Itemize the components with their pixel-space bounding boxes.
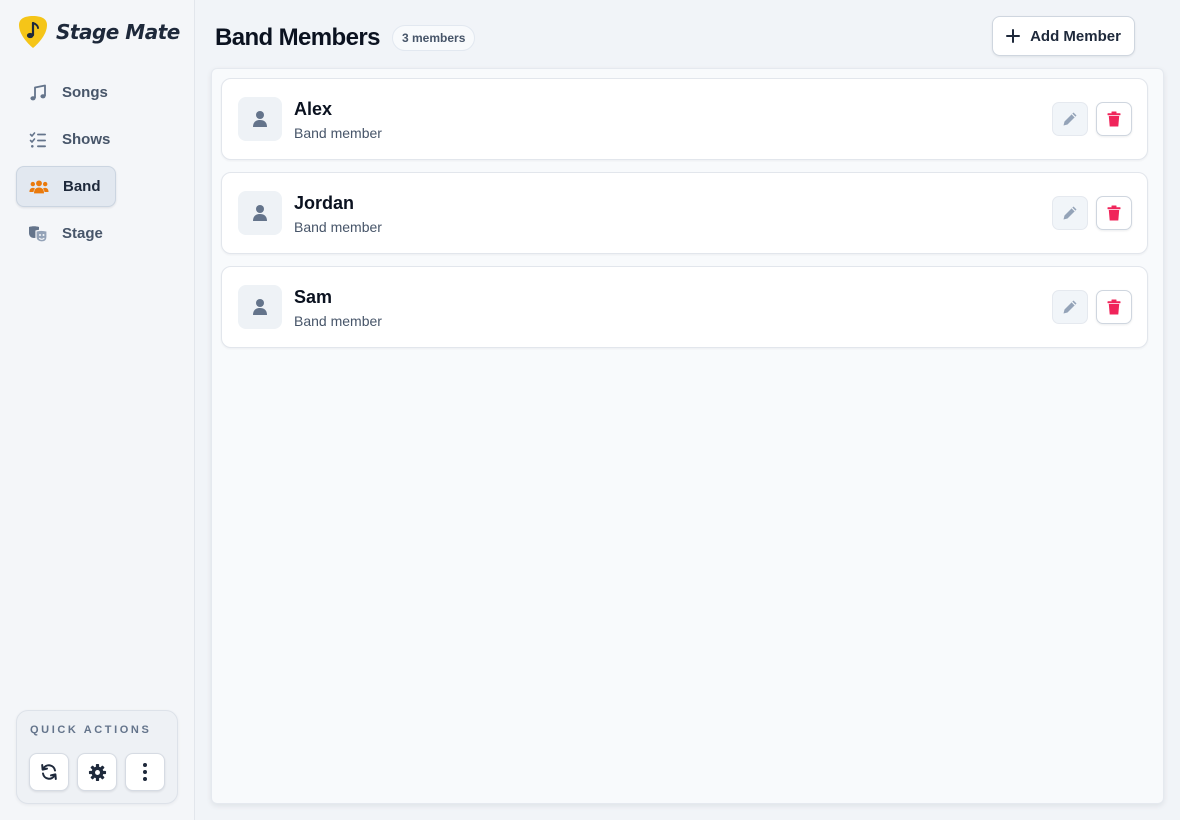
delete-member-button[interactable]	[1096, 290, 1132, 324]
more-vertical-icon	[143, 763, 147, 781]
pencil-icon	[1063, 112, 1077, 126]
theater-masks-icon	[28, 225, 48, 243]
member-name: Alex	[294, 99, 333, 119]
member-name: Jordan	[294, 193, 355, 213]
sidebar-item-label: Stage	[62, 225, 103, 242]
sidebar-item-label: Band	[63, 178, 101, 195]
member-card[interactable]: Sam Band member	[221, 266, 1148, 348]
add-member-label: Add Member	[1030, 27, 1121, 45]
sidebar-item-label: Songs	[62, 84, 108, 101]
plus-icon	[1006, 29, 1021, 43]
member-name: Sam	[294, 287, 333, 307]
quick-actions-panel: QUICK ACTIONS	[16, 710, 178, 804]
guitar-pick-note-icon	[19, 16, 47, 48]
avatar	[238, 285, 282, 329]
user-icon	[253, 205, 267, 221]
members-panel: Alex Band member Jordan Band member Sam …	[211, 68, 1164, 804]
user-icon	[253, 111, 267, 127]
avatar	[238, 191, 282, 235]
delete-member-button[interactable]	[1096, 196, 1132, 230]
brand[interactable]: Stage Mate	[18, 15, 180, 49]
pencil-icon	[1063, 206, 1077, 220]
edit-member-button[interactable]	[1052, 102, 1088, 136]
member-role: Band member	[294, 219, 382, 235]
user-icon	[253, 299, 267, 315]
sidebar-item-songs[interactable]: Songs	[16, 72, 116, 113]
users-icon	[29, 178, 49, 196]
settings-button[interactable]	[77, 753, 117, 791]
sidebar: Stage Mate Songs Shows Band Stage QUICK …	[0, 0, 195, 820]
add-member-button[interactable]: Add Member	[992, 16, 1135, 56]
pencil-icon	[1063, 300, 1077, 314]
sidebar-item-label: Shows	[62, 131, 111, 148]
member-card[interactable]: Jordan Band member	[221, 172, 1148, 254]
delete-member-button[interactable]	[1096, 102, 1132, 136]
refresh-icon	[41, 764, 57, 780]
sidebar-item-band[interactable]: Band	[16, 166, 116, 207]
quick-actions-title: QUICK ACTIONS	[30, 724, 152, 736]
trash-icon	[1107, 299, 1121, 315]
avatar	[238, 97, 282, 141]
gear-icon	[88, 763, 106, 781]
trash-icon	[1107, 205, 1121, 221]
edit-member-button[interactable]	[1052, 196, 1088, 230]
app-name: Stage Mate	[56, 20, 180, 44]
sidebar-item-stage[interactable]: Stage	[16, 213, 116, 254]
checklist-icon	[28, 131, 48, 149]
more-options-button[interactable]	[125, 753, 165, 791]
member-count-badge: 3 members	[392, 25, 476, 51]
member-role: Band member	[294, 125, 382, 141]
refresh-button[interactable]	[29, 753, 69, 791]
trash-icon	[1107, 111, 1121, 127]
edit-member-button[interactable]	[1052, 290, 1088, 324]
member-role: Band member	[294, 313, 382, 329]
member-card[interactable]: Alex Band member	[221, 78, 1148, 160]
page-title: Band Members	[215, 24, 380, 51]
sidebar-item-shows[interactable]: Shows	[16, 119, 116, 160]
sidebar-nav: Songs Shows Band Stage	[16, 72, 178, 260]
music-note-icon	[28, 84, 48, 102]
